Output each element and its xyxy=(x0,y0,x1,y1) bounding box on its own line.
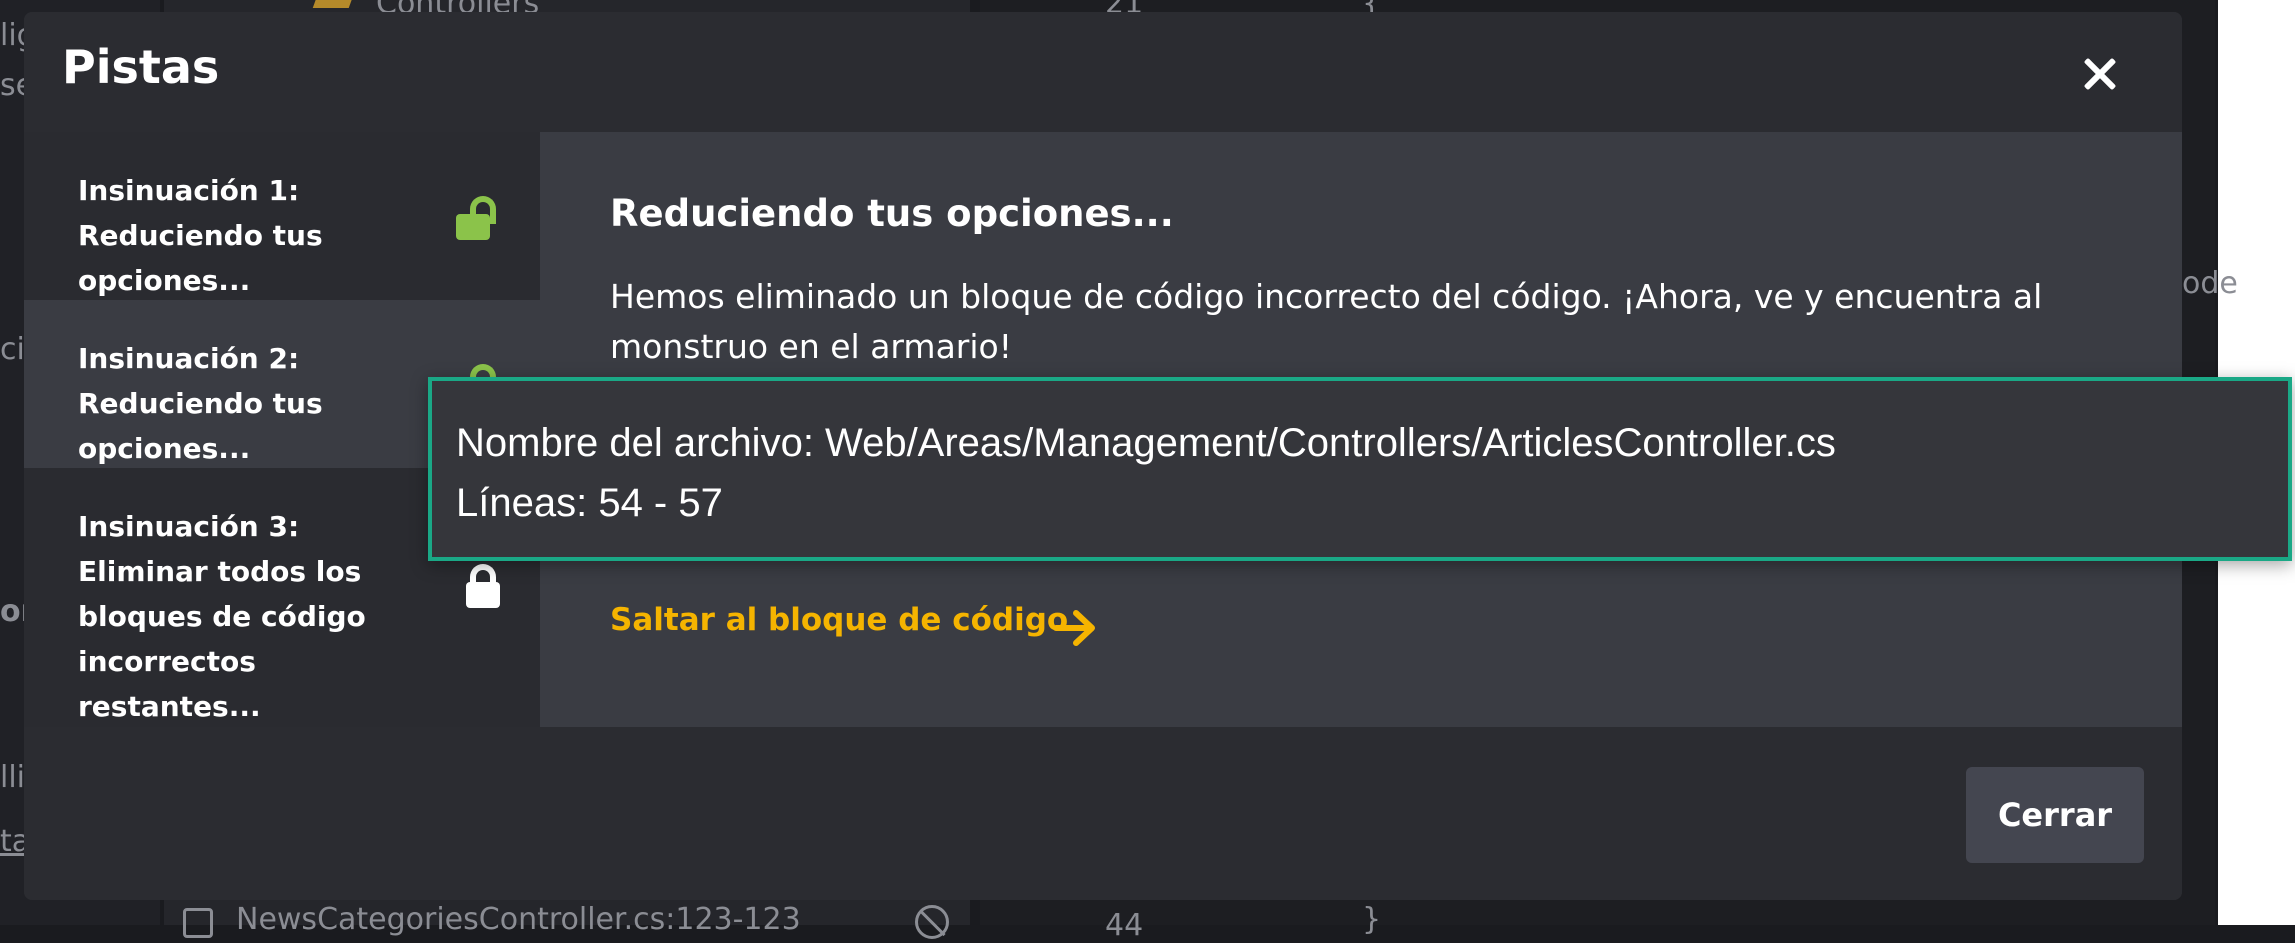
hint-label: Insinuación 3: Eliminar todos los bloque… xyxy=(78,510,366,723)
background-text-fragment: lli xyxy=(0,760,26,795)
background-line-number: 44 xyxy=(1105,908,1144,943)
background-text-fragment: ode xyxy=(2182,266,2238,301)
ban-icon[interactable] xyxy=(915,905,949,939)
lock-icon xyxy=(466,564,506,608)
tooltip-line-range: Líneas: 54 - 57 xyxy=(456,481,723,525)
close-button[interactable]: Cerrar xyxy=(1966,767,2144,863)
modal-footer: Cerrar xyxy=(24,727,2182,900)
file-location-tooltip: Nombre del archivo: Web/Areas/Management… xyxy=(428,377,2292,561)
modal-header: Pistas xyxy=(24,12,2182,132)
file-checkbox[interactable] xyxy=(183,908,213,938)
hint-label: Insinuación 2: Reduciendo tus opciones..… xyxy=(78,342,323,465)
background-code-brace: } xyxy=(1362,902,1382,937)
jump-to-code-link[interactable]: Saltar al bloque de código xyxy=(610,602,1068,638)
tooltip-file-name: Nombre del archivo: Web/Areas/Management… xyxy=(456,421,1836,465)
background-text-fragment: ci xyxy=(0,332,25,367)
arrow-right-icon[interactable] xyxy=(1052,608,1100,648)
close-icon[interactable] xyxy=(2078,52,2122,96)
hint-heading: Reduciendo tus opciones... xyxy=(610,192,1174,235)
folder-icon xyxy=(312,0,356,8)
unlocked-lock-icon xyxy=(456,196,496,240)
hint-item-1[interactable]: Insinuación 1: Reduciendo tus opciones..… xyxy=(24,132,540,300)
hint-description: Hemos eliminado un bloque de código inco… xyxy=(610,277,2043,366)
hint-label: Insinuación 1: Reduciendo tus opciones..… xyxy=(78,174,323,297)
modal-title: Pistas xyxy=(62,40,220,94)
background-file-item[interactable]: NewsCategoriesController.cs:123-123 xyxy=(236,902,801,937)
